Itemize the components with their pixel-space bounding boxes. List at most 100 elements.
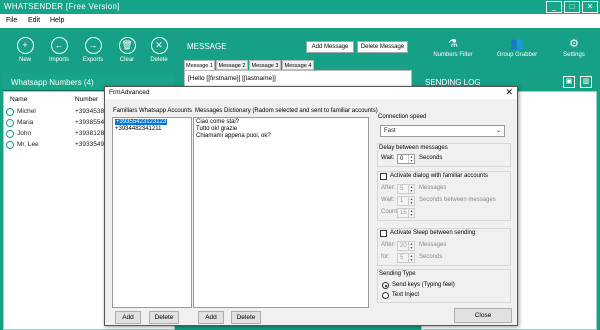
- import-icon: ←: [50, 37, 68, 54]
- dialog-title-bar: FrmAdvanced ✕: [105, 87, 517, 99]
- delete-icon: ✕: [150, 37, 168, 54]
- tab-message-3[interactable]: Message 3: [249, 60, 281, 70]
- sleep-messages-label: Messages: [419, 242, 447, 248]
- familiar-delete-button[interactable]: Delete: [149, 311, 179, 324]
- message-tabs: Message 1 Message 2 Message 3 Message 4: [184, 60, 412, 70]
- row-number: +39381284: [75, 130, 108, 137]
- column-number-header[interactable]: Number: [75, 96, 98, 103]
- wait-value: 0: [400, 156, 404, 162]
- app-title: WHATSENDER [Free Version]: [4, 2, 120, 11]
- familiar-add-button[interactable]: Add: [115, 311, 141, 324]
- numbers-filter-button[interactable]: ⚗ Numbers Filter: [428, 37, 478, 69]
- row-number: +39345388: [75, 108, 108, 115]
- text-inject-radio[interactable]: [382, 292, 389, 299]
- messages-dictionary-list[interactable]: Ciao come stai? Tutto ok! grazie Chiamam…: [193, 117, 369, 308]
- tab-message-4[interactable]: Message 4: [282, 60, 314, 70]
- for-spinner[interactable]: 5 ▲ ▼: [397, 253, 415, 263]
- trash-icon[interactable]: ▥: [580, 76, 592, 88]
- maximize-button[interactable]: □: [564, 1, 580, 13]
- count-spinner[interactable]: 15 ▲ ▼: [397, 208, 415, 218]
- wait-value-2: 1: [400, 198, 404, 204]
- exports-label: Exports: [82, 57, 104, 63]
- after-spinner[interactable]: 5 ▲ ▼: [397, 184, 415, 194]
- spinner-arrows-icon: ▲ ▼: [408, 254, 414, 262]
- message-text: [Hello [[firstname]] [[lastname]]: [188, 75, 276, 82]
- familiar-dialog-label: Activate dialog with familiar accounts: [390, 173, 489, 179]
- row-name: John: [17, 130, 32, 137]
- for-seconds-label: Seconds: [419, 254, 443, 260]
- sleep-checkbox[interactable]: [380, 230, 387, 237]
- after-label: After:: [381, 185, 396, 191]
- tab-message-1[interactable]: Message 1: [184, 60, 215, 70]
- imports-label: Imports: [48, 57, 69, 63]
- spinner-arrows-icon: ▲ ▼: [408, 209, 414, 217]
- delay-label: Delay between messages: [379, 145, 448, 151]
- row-name: Maria: [17, 119, 34, 126]
- filter-icon: ⚗: [448, 38, 458, 50]
- close-dialog-button[interactable]: Close: [454, 308, 512, 323]
- menu-help[interactable]: Help: [50, 17, 64, 24]
- export-icon: →: [84, 37, 102, 54]
- sending-type-label: Sending Type: [379, 271, 416, 277]
- menu-bar: File Edit Help: [0, 14, 600, 28]
- close-button[interactable]: ✕: [582, 1, 598, 13]
- list-item[interactable]: Ciao come stai?: [196, 119, 239, 125]
- tab-message-2[interactable]: Message 2: [216, 60, 248, 70]
- list-item[interactable]: Chiamami appena puoi, ok?: [196, 133, 271, 139]
- row-number: +39335495: [75, 141, 108, 148]
- trash-icon: 🗑: [118, 37, 136, 54]
- for-value: 5: [400, 255, 404, 261]
- list-item[interactable]: Tutto ok! grazie: [196, 126, 237, 132]
- spinner-arrows-icon: ▲ ▼: [408, 242, 414, 250]
- new-button[interactable]: + New: [10, 37, 40, 69]
- group-grabber-label: Group Grabber: [496, 52, 538, 58]
- wait-spinner[interactable]: 0 ▲ ▼: [397, 154, 415, 164]
- send-keys-radio[interactable]: [382, 282, 389, 289]
- dictionary-label: Messages Dictionary (Radom selected and …: [195, 108, 378, 114]
- dictionary-add-button[interactable]: Add: [198, 311, 224, 324]
- imports-button[interactable]: ← Imports: [44, 37, 74, 69]
- add-message-button[interactable]: Add Message: [306, 41, 354, 53]
- familiar-accounts-list[interactable]: +39355423123123 +3934482341211: [112, 117, 192, 308]
- sleep-label: Activate Sleep between sending: [390, 230, 476, 236]
- settings-button[interactable]: ⚙ Settings: [556, 37, 592, 69]
- connection-speed-value: Fast: [384, 128, 396, 134]
- wait-spinner-2[interactable]: 1 ▲ ▼: [397, 196, 415, 206]
- column-name-header[interactable]: Name: [10, 96, 27, 103]
- text-inject-label: Text Inject: [392, 292, 420, 298]
- advanced-dialog: FrmAdvanced ✕ Familiars Whatsapp Account…: [104, 86, 518, 326]
- save-icon[interactable]: ▣: [563, 76, 575, 88]
- sleep-after-spinner[interactable]: 20 ▲ ▼: [397, 241, 415, 251]
- dialog-close-icon[interactable]: ✕: [505, 87, 513, 98]
- familiar-dialog-checkbox[interactable]: [380, 173, 387, 180]
- connection-speed-label: Connection speed: [378, 114, 427, 120]
- title-bar: WHATSENDER [Free Version] _ □ ✕: [0, 0, 600, 14]
- settings-label: Settings: [563, 52, 585, 58]
- new-label: New: [18, 57, 31, 63]
- menu-file[interactable]: File: [6, 17, 17, 24]
- dictionary-delete-button[interactable]: Delete: [231, 311, 261, 324]
- count-value: 15: [400, 210, 407, 216]
- sleep-after-value: 20: [400, 243, 407, 249]
- delete-button[interactable]: ✕ Delete: [144, 37, 174, 69]
- wait-label: Wait:: [381, 155, 395, 161]
- clear-button[interactable]: 🗑 Clear: [112, 37, 142, 69]
- list-item[interactable]: +39355423123123: [115, 119, 168, 125]
- whatsapp-icon: [6, 119, 14, 127]
- after-value: 5: [400, 186, 404, 192]
- dialog-title: FrmAdvanced: [109, 89, 150, 96]
- messages-label: Messages: [419, 185, 447, 191]
- list-item[interactable]: +3934482341211: [115, 126, 161, 132]
- for-label: for:: [381, 254, 390, 260]
- connection-speed-select[interactable]: Fast ⌄: [380, 125, 505, 137]
- numbers-filter-label: Numbers Filter: [433, 52, 473, 58]
- spinner-arrows-icon: ▲ ▼: [408, 185, 414, 193]
- exports-button[interactable]: → Exports: [78, 37, 108, 69]
- seconds-label: Seconds: [419, 155, 443, 161]
- menu-edit[interactable]: Edit: [28, 17, 40, 24]
- users-icon: 👥: [510, 38, 524, 50]
- delete-message-button[interactable]: Delete Message: [357, 41, 408, 53]
- minimize-button[interactable]: _: [546, 1, 562, 13]
- spinner-arrows-icon: ▲ ▼: [408, 155, 414, 163]
- group-grabber-button[interactable]: 👥 Group Grabber: [490, 37, 544, 69]
